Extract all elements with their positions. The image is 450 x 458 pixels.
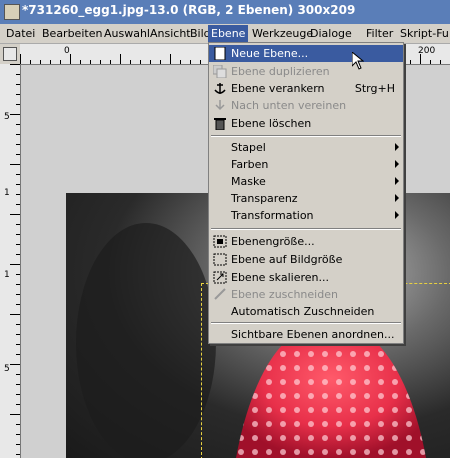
menu-item-label: Ebene skalieren... bbox=[231, 271, 329, 284]
menu-item-ebene-auf-bildgroesse[interactable]: Ebene auf Bildgröße bbox=[209, 251, 403, 268]
vertical-ruler[interactable]: 5 1 1 5 bbox=[0, 64, 21, 458]
merge-down-icon bbox=[213, 99, 227, 112]
v-ruler-label: 5 bbox=[4, 112, 10, 122]
submenu-arrow-icon bbox=[395, 177, 399, 185]
duplicate-layer-icon bbox=[212, 64, 227, 79]
window-title: *731260_egg1.jpg-13.0 (RGB, 2 Ebenen) 30… bbox=[22, 3, 356, 17]
menu-item-label: Ebenengröße... bbox=[231, 235, 315, 248]
new-layer-icon bbox=[213, 46, 227, 61]
menu-item-shortcut: Strg+H bbox=[354, 82, 395, 95]
h-ruler-label: 200 bbox=[418, 46, 436, 56]
menu-separator bbox=[211, 135, 401, 137]
menu-item-automatisch-zuschneiden[interactable]: Automatisch Zuschneiden bbox=[209, 303, 403, 320]
menu-item-farben[interactable]: Farben bbox=[209, 156, 403, 173]
menu-item-label: Ebene löschen bbox=[231, 117, 312, 130]
ebene-dropdown-menu: Neue Ebene... Ebene duplizieren Ebene ve… bbox=[208, 42, 404, 330]
submenu-arrow-icon bbox=[395, 160, 399, 168]
anchor-icon bbox=[213, 82, 227, 95]
menu-item-label: Transformation bbox=[231, 209, 314, 222]
menu-item-label: Farben bbox=[231, 158, 269, 171]
v-ruler-label: 5 bbox=[4, 364, 10, 374]
submenu-arrow-icon bbox=[395, 211, 399, 219]
menu-item-ebene-loeschen[interactable]: Ebene löschen bbox=[209, 115, 403, 132]
v-ruler-label: 1 bbox=[4, 188, 10, 198]
trash-icon bbox=[213, 117, 227, 131]
menu-separator bbox=[211, 322, 401, 324]
menu-item-label: Maske bbox=[231, 175, 266, 188]
menu-separator bbox=[211, 228, 401, 230]
v-ruler-label: 1 bbox=[4, 270, 10, 280]
quick-mask-button[interactable] bbox=[3, 47, 17, 61]
mouse-cursor bbox=[351, 50, 365, 73]
vertical-ruler-ticks bbox=[10, 64, 20, 455]
menu-skript-fu[interactable]: Skript-Fu bbox=[400, 27, 449, 40]
menu-item-nach-unten-vereinen[interactable]: Nach unten vereinen bbox=[209, 97, 403, 114]
menu-auswahl[interactable]: Auswahl bbox=[104, 27, 150, 40]
menu-item-transparenz[interactable]: Transparenz bbox=[209, 190, 403, 207]
ruler-corner bbox=[0, 44, 20, 64]
menu-bar: Datei Bearbeiten Auswahl Ansicht Bild Eb… bbox=[0, 24, 450, 44]
menu-dialoge[interactable]: Dialoge bbox=[310, 27, 352, 40]
menu-item-label: Transparenz bbox=[231, 192, 298, 205]
menu-filter[interactable]: Filter bbox=[366, 27, 393, 40]
menu-datei[interactable]: Datei bbox=[6, 27, 35, 40]
menu-item-label: Nach unten vereinen bbox=[231, 99, 347, 112]
scale-layer-icon bbox=[213, 271, 227, 284]
menu-werkzeuge[interactable]: Werkzeuge bbox=[252, 27, 313, 40]
menu-item-ebene-duplizieren[interactable]: Ebene duplizieren bbox=[209, 63, 403, 80]
menu-ansicht[interactable]: Ansicht bbox=[150, 27, 191, 40]
menu-item-ebene-verankern[interactable]: Ebene verankern Strg+H bbox=[209, 80, 403, 97]
submenu-arrow-icon bbox=[395, 143, 399, 151]
menu-item-label: Stapel bbox=[231, 141, 266, 154]
menu-item-label: Ebene zuschneiden bbox=[231, 288, 338, 301]
menu-item-sichtbare-ebenen-anordnen[interactable]: Sichtbare Ebenen anordnen... bbox=[208, 326, 404, 344]
layer-size-icon bbox=[213, 235, 227, 248]
menu-item-ebene-zuschneiden[interactable]: Ebene zuschneiden bbox=[209, 286, 403, 303]
menu-ebene[interactable]: Ebene bbox=[208, 25, 249, 42]
menu-item-label: Ebene auf Bildgröße bbox=[231, 253, 343, 266]
menu-item-label: Automatisch Zuschneiden bbox=[231, 305, 375, 318]
menu-item-ebene-skalieren[interactable]: Ebene skalieren... bbox=[209, 269, 403, 286]
menu-item-ebenengroesse[interactable]: Ebenengröße... bbox=[209, 233, 403, 250]
menu-item-label: Ebene duplizieren bbox=[231, 65, 330, 78]
menu-item-neue-ebene[interactable]: Neue Ebene... bbox=[209, 45, 403, 62]
menu-item-label: Neue Ebene... bbox=[231, 47, 309, 60]
h-ruler-label: 0 bbox=[64, 46, 70, 56]
menu-bearbeiten[interactable]: Bearbeiten bbox=[42, 27, 102, 40]
layer-to-image-size-icon bbox=[213, 253, 227, 266]
menu-item-maske[interactable]: Maske bbox=[209, 173, 403, 190]
menu-item-label: Sichtbare Ebenen anordnen... bbox=[231, 328, 395, 341]
menu-item-stapel[interactable]: Stapel bbox=[209, 139, 403, 156]
menu-item-transformation[interactable]: Transformation bbox=[209, 207, 403, 224]
submenu-arrow-icon bbox=[395, 194, 399, 202]
title-bar: *731260_egg1.jpg-13.0 (RGB, 2 Ebenen) 30… bbox=[0, 0, 450, 24]
app-icon bbox=[4, 4, 20, 20]
menu-item-label: Ebene verankern bbox=[231, 82, 325, 95]
crop-icon bbox=[213, 288, 227, 301]
